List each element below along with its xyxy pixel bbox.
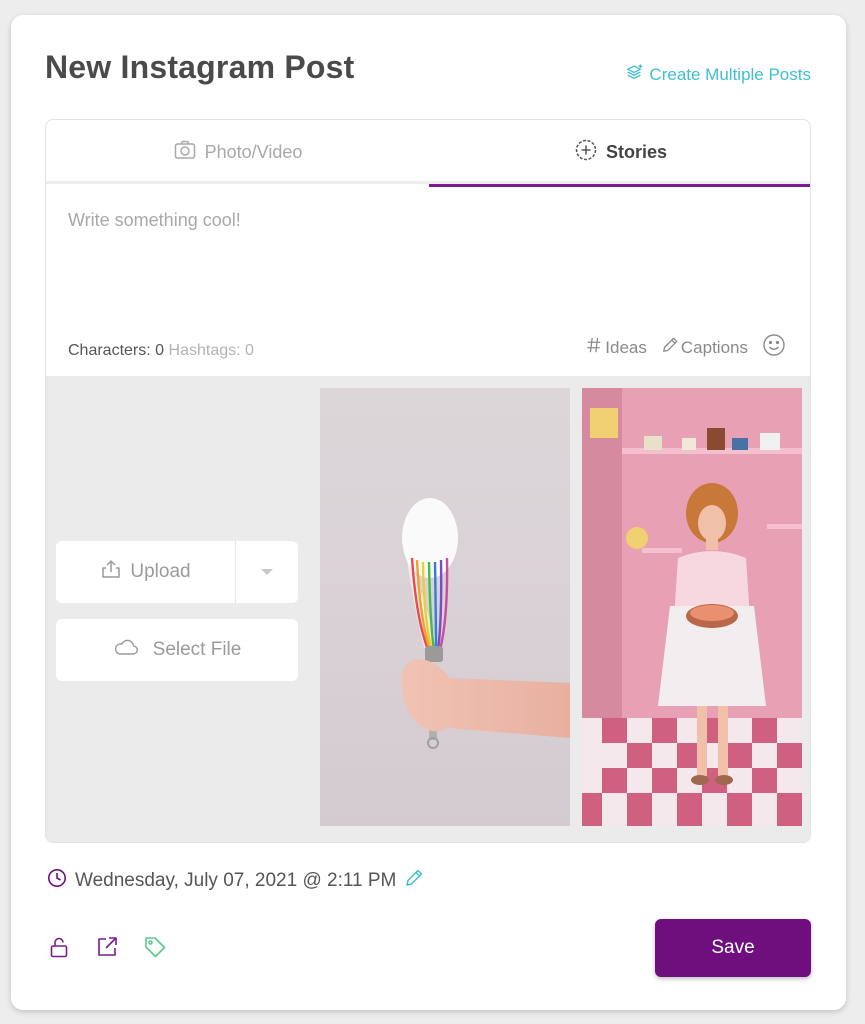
upload-label: Upload: [130, 561, 191, 582]
smiley-icon: [762, 333, 786, 362]
create-multiple-posts-label: Create Multiple Posts: [649, 64, 811, 84]
lock-icon: [47, 937, 71, 963]
caption-input[interactable]: [68, 210, 788, 310]
schedule-row: Wednesday, July 07, 2021 @ 2:11 PM: [47, 868, 424, 894]
save-button[interactable]: Save: [655, 919, 811, 977]
create-multiple-posts-link[interactable]: Create Multiple Posts: [626, 63, 811, 86]
caption-tools: Ideas Captions: [585, 333, 786, 362]
pencil-icon: [404, 869, 424, 893]
clock-icon: [47, 868, 67, 894]
post-type-tabs: Photo/Video Stories: [46, 120, 810, 187]
select-file-button[interactable]: Select File: [56, 619, 298, 681]
edit-schedule-button[interactable]: [404, 868, 424, 894]
characters-label: Characters:: [68, 342, 151, 359]
tab-stories-label: Stories: [605, 141, 668, 162]
upload-dropdown-toggle[interactable]: [236, 541, 298, 603]
upload-main-button[interactable]: Upload: [56, 541, 236, 603]
pantry-photo: [582, 388, 802, 826]
schedule-datetime[interactable]: Wednesday, July 07, 2021 @ 2:11 PM: [75, 870, 396, 892]
tag-icon: [143, 937, 167, 963]
select-file-label: Select File: [152, 639, 242, 660]
post-options: [47, 935, 167, 964]
stack-plus-icon: [626, 63, 644, 86]
circle-plus-icon: [574, 138, 598, 167]
media-thumbnail[interactable]: [320, 388, 570, 826]
chevron-down-icon: [261, 569, 273, 575]
characters-count: 0: [155, 342, 165, 359]
external-link-icon: [95, 937, 119, 963]
cloud-icon: [113, 636, 139, 664]
tab-photo-video-label: Photo/Video: [204, 141, 303, 162]
media-thumbnail[interactable]: [582, 388, 802, 826]
captions-label: Captions: [680, 337, 748, 357]
tag-button[interactable]: [143, 935, 167, 964]
external-link-button[interactable]: [95, 935, 119, 964]
hashtag-icon: [585, 336, 603, 359]
upload-icon: [100, 558, 122, 586]
pencil-icon: [661, 336, 679, 359]
emoji-button[interactable]: [762, 333, 786, 362]
captions-button[interactable]: Captions: [661, 336, 748, 359]
hashtags-count: 0: [245, 342, 254, 359]
caption-stats: Characters: 0 Hashtags: 0: [68, 342, 254, 360]
post-composer-modal: New Instagram Post Create Multiple Posts: [11, 15, 846, 1010]
tab-photo-video[interactable]: Photo/Video: [46, 120, 429, 184]
page-title: New Instagram Post: [45, 49, 355, 85]
tab-stories[interactable]: Stories: [429, 120, 810, 187]
lock-icon-button[interactable]: [47, 935, 71, 964]
whisk-photo: [401, 498, 570, 749]
upload-button[interactable]: Upload: [56, 541, 298, 603]
media-area: Upload Select File: [46, 376, 810, 842]
ideas-button[interactable]: Ideas: [585, 336, 647, 359]
hashtags-label: Hashtags:: [168, 342, 241, 359]
camera-icon: [173, 138, 197, 167]
ideas-label: Ideas: [605, 337, 647, 357]
post-editor: Photo/Video Stories Characters: 0 Hashta…: [45, 119, 811, 843]
